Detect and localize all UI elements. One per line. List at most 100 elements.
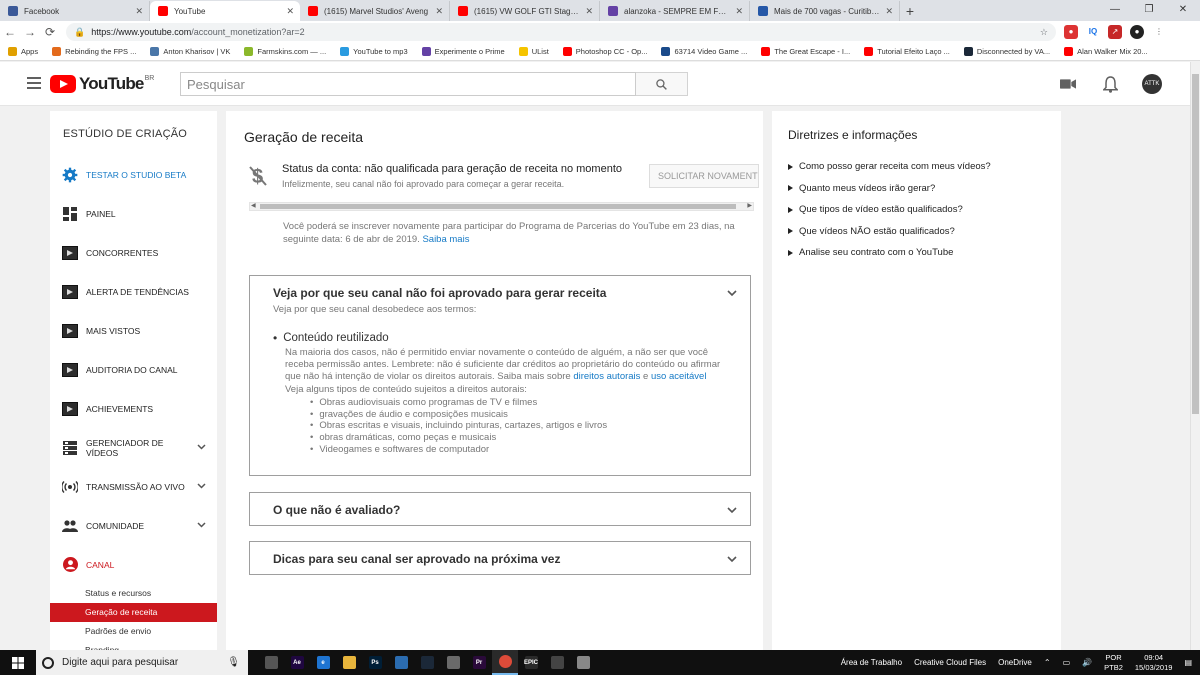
close-tab-icon[interactable]: ✕ <box>885 6 893 17</box>
accordion-header[interactable]: Veja por que seu canal não foi aprovado … <box>250 276 750 310</box>
sidebar-item-channel[interactable]: CANAL <box>50 545 217 584</box>
scroll-left-icon[interactable]: ◀ <box>251 203 256 210</box>
browser-tab-twitch[interactable]: alanzoka - SEMPRE EM FRENTE - ✕ <box>600 1 750 21</box>
taskbar-app-mail-app[interactable] <box>388 650 414 675</box>
upload-video-icon[interactable] <box>1058 74 1078 94</box>
sidebar-item-competitors[interactable]: CONCORRENTES <box>50 233 217 272</box>
bookmark-item[interactable]: UList <box>518 47 549 56</box>
language-indicator[interactable]: POR PTB2 <box>1104 653 1123 673</box>
bookmark-item[interactable]: Experimente o Prime <box>421 47 505 56</box>
fair-use-link[interactable]: uso aceitável <box>651 371 706 382</box>
taskbar-app-media-app[interactable] <box>440 650 466 675</box>
sidebar-subitem-status[interactable]: Status e recursos <box>50 584 217 603</box>
copyright-link[interactable]: direitos autorais <box>573 371 640 382</box>
extension-icon[interactable]: ● <box>1064 25 1078 39</box>
bookmark-item[interactable]: Apps <box>8 47 38 56</box>
maximize-button[interactable]: ❐ <box>1132 0 1166 20</box>
taskbar-app-steam[interactable] <box>414 650 440 675</box>
guideline-link[interactable]: Que tipos de vídeo estão qualificados? <box>788 199 991 221</box>
bookmark-item[interactable]: Photoshop CC - Op... <box>562 47 647 56</box>
browser-tab-youtube[interactable]: YouTube ✕ <box>150 1 300 21</box>
close-window-button[interactable]: ✕ <box>1166 0 1200 20</box>
chevron-down-icon[interactable] <box>193 521 209 530</box>
bookmark-item[interactable]: Rebinding the FPS ... <box>52 47 136 56</box>
lock-icon[interactable]: 🔒 <box>74 27 85 38</box>
accordion-not-reviewed[interactable]: O que não é avaliado? <box>249 492 751 526</box>
network-icon[interactable]: ▭ <box>1063 658 1071 667</box>
accordion-header[interactable]: O que não é avaliado? <box>250 493 750 527</box>
sidebar-item-video-manager[interactable]: GERENCIADOR DE VÍDEOS <box>50 428 217 467</box>
tray-chevron-icon[interactable]: ⌃ <box>1044 658 1051 667</box>
chevron-down-icon[interactable] <box>193 443 209 452</box>
sidebar-item-achievements[interactable]: ACHIEVEMENTS <box>50 389 217 428</box>
microphone-icon[interactable]: 🎙 <box>227 657 240 668</box>
scrollbar-thumb[interactable] <box>260 204 736 209</box>
bookmark-item[interactable]: Alan Walker Mix 20... <box>1064 47 1148 56</box>
extension-icon[interactable]: ↗ <box>1108 25 1122 39</box>
sidebar-item-live-streaming[interactable]: TRANSMISSÃO AO VIVO <box>50 467 217 506</box>
notifications-bell-icon[interactable] <box>1100 74 1120 94</box>
close-tab-icon[interactable]: ✕ <box>286 6 294 17</box>
bookmark-item[interactable]: Anton Kharisov | VK <box>150 47 230 56</box>
account-avatar[interactable]: ATTK <box>1142 74 1162 94</box>
search-input[interactable]: Pesquisar <box>180 72 636 96</box>
search-button[interactable] <box>636 72 688 96</box>
taskbar-app-outlook-app[interactable] <box>570 650 596 675</box>
guideline-link[interactable]: Analise seu contrato com o YouTube <box>788 242 991 264</box>
notifications-icon[interactable]: ▤ <box>1184 658 1192 667</box>
sidebar-subitem-branding[interactable]: Branding <box>50 641 217 650</box>
creative-cloud-tray[interactable]: Creative Cloud Files <box>914 658 986 667</box>
sidebar-item-most-viewed[interactable]: MAIS VISTOS <box>50 311 217 350</box>
taskbar-app-epic-games[interactable]: EPIC <box>518 650 544 675</box>
scrollbar-thumb[interactable] <box>1192 74 1199 414</box>
taskbar-app-chrome[interactable] <box>492 650 518 675</box>
back-arrow-icon[interactable]: ← <box>0 25 20 39</box>
bookmark-item[interactable]: 63714 Video Game ... <box>661 47 747 56</box>
bookmark-item[interactable]: YouTube to mp3 <box>340 47 408 56</box>
taskbar-app-after-effects[interactable]: Ae <box>284 650 310 675</box>
minimize-button[interactable]: — <box>1098 0 1132 20</box>
sidebar-subitem-upload-defaults[interactable]: Padrões de envio <box>50 622 217 641</box>
bookmark-item[interactable]: Farmskins.com — ... <box>244 47 326 56</box>
menu-dots-icon[interactable]: ⋮ <box>1152 25 1166 39</box>
browser-tab-marvel[interactable]: (1615) Marvel Studios' Aveng ✕ <box>300 1 450 21</box>
guideline-link[interactable]: Como posso gerar receita com meus vídeos… <box>788 156 991 178</box>
guideline-link[interactable]: Que vídeos NÃO estão qualificados? <box>788 221 991 243</box>
youtube-logo[interactable]: YouTube BR <box>50 74 154 94</box>
sidebar-item-dashboard[interactable]: PAINEL <box>50 194 217 233</box>
hamburger-menu-icon[interactable] <box>27 77 41 89</box>
reload-icon[interactable]: ⟳ <box>40 25 60 39</box>
accordion-header[interactable]: Dicas para seu canal ser aprovado na pró… <box>250 542 750 576</box>
close-tab-icon[interactable]: ✕ <box>435 6 443 17</box>
sidebar-item-studio-beta[interactable]: TESTAR O STUDIO BETA <box>50 155 217 194</box>
extension-icon[interactable]: IQ <box>1086 25 1100 39</box>
close-tab-icon[interactable]: ✕ <box>735 6 743 17</box>
forward-arrow-icon[interactable]: → <box>20 25 40 39</box>
address-bar[interactable]: 🔒 https://www.youtube.com/account_moneti… <box>66 23 1056 41</box>
taskbar-app-screenshot-tool[interactable] <box>544 650 570 675</box>
taskbar-app-file-explorer[interactable] <box>336 650 362 675</box>
browser-tab-jobs[interactable]: Mais de 700 vagas - Curitiba, PR ✕ <box>750 1 900 21</box>
page-scrollbar[interactable] <box>1190 62 1200 650</box>
learn-more-link[interactable]: Saiba mais <box>422 234 469 245</box>
close-tab-icon[interactable]: ✕ <box>135 6 143 17</box>
chevron-down-icon[interactable] <box>193 482 209 491</box>
browser-tab-facebook[interactable]: Facebook ✕ <box>0 1 150 21</box>
reapply-button[interactable]: SOLICITAR NOVAMENTE <box>649 164 759 188</box>
onedrive-tray[interactable]: OneDrive <box>998 658 1032 667</box>
desktop-toolbar[interactable]: Área de Trabalho <box>841 658 902 667</box>
taskbar-app-photoshop[interactable]: Ps <box>362 650 388 675</box>
sidebar-item-trend-alerts[interactable]: ALERTA DE TENDÊNCIAS <box>50 272 217 311</box>
sidebar-subitem-monetization[interactable]: Geração de receita <box>50 603 217 622</box>
bookmark-star-icon[interactable]: ☆ <box>1040 27 1048 38</box>
bookmark-item[interactable]: Disconnected by VA... <box>963 47 1050 56</box>
bookmark-item[interactable]: The Great Escape - I... <box>761 47 850 56</box>
taskbar-app-store[interactable] <box>258 650 284 675</box>
volume-icon[interactable]: 🔊 <box>1082 658 1092 667</box>
taskbar-app-premiere[interactable]: Pr <box>466 650 492 675</box>
browser-tab-golf[interactable]: (1615) VW GOLF GTI Stage 3 440c✕ <box>450 1 600 21</box>
taskbar-search[interactable]: Digite aqui para pesquisar 🎙 <box>36 650 248 675</box>
accordion-tips[interactable]: Dicas para seu canal ser aprovado na pró… <box>249 541 751 575</box>
clock[interactable]: 09:04 15/03/2019 <box>1135 653 1173 673</box>
horizontal-scrollbar[interactable]: ◀ ▶ <box>249 202 754 211</box>
